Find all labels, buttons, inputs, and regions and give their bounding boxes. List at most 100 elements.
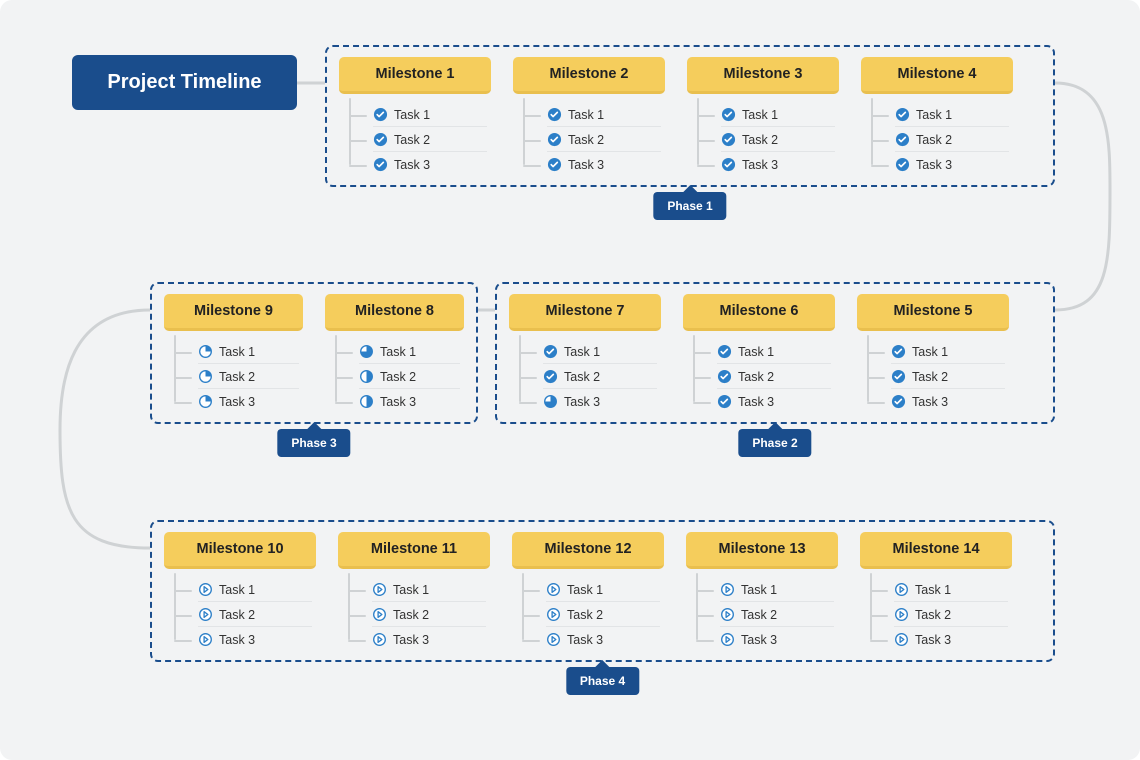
task-label: Task 3 xyxy=(912,395,948,409)
task-label: Task 1 xyxy=(393,583,429,597)
milestone-header: Milestone 9 xyxy=(164,294,303,331)
milestone-card: Milestone 13Task 1Task 2Task 3 xyxy=(686,532,838,652)
task-row: Task 3 xyxy=(531,152,665,177)
task-list: Task 1 Task 2 Task 3 xyxy=(509,331,661,414)
milestone-header: Milestone 8 xyxy=(325,294,464,331)
task-label: Task 1 xyxy=(738,345,774,359)
task-label: Task 1 xyxy=(567,583,603,597)
milestone-title: Milestone 10 xyxy=(196,541,283,557)
milestone-card: Milestone 5Task 1Task 2Task 3 xyxy=(857,294,1009,414)
task-row: Task 1 xyxy=(701,339,835,364)
checkmark-circle-icon xyxy=(547,157,562,172)
task-list: Task 1Task 2Task 3 xyxy=(687,94,839,177)
milestone-card: Milestone 14Task 1Task 2Task 3 xyxy=(860,532,1012,652)
task-row: Task 1 xyxy=(343,339,464,364)
milestone-card: Milestone 6Task 1Task 2Task 3 xyxy=(683,294,835,414)
milestone-title: Milestone 11 xyxy=(371,541,457,557)
task-row: Task 3 xyxy=(356,627,490,652)
milestone-title: Milestone 8 xyxy=(355,303,434,319)
phase-3-label-text: Phase 3 xyxy=(291,436,336,450)
task-row: Task 1 xyxy=(531,102,665,127)
task-row: Task 2 xyxy=(343,364,464,389)
task-label: Task 3 xyxy=(738,395,774,409)
milestone-card: Milestone 10Task 1Task 2Task 3 xyxy=(164,532,316,652)
task-row: Task 2 xyxy=(530,602,664,627)
task-row: Task 3 xyxy=(530,627,664,652)
phase-1-box: Milestone 1Task 1Task 2Task 3Milestone 2… xyxy=(325,45,1055,187)
play-circle-icon xyxy=(720,607,735,622)
play-circle-icon xyxy=(546,632,561,647)
task-label: Task 2 xyxy=(564,370,600,384)
task-row: Task 1 xyxy=(875,339,1009,364)
task-row: Task 1 xyxy=(879,102,1013,127)
milestone-card: Milestone 2Task 1Task 2Task 3 xyxy=(513,57,665,177)
play-circle-icon xyxy=(546,582,561,597)
play-circle-icon xyxy=(720,582,735,597)
phase-4-box: Milestone 10Task 1Task 2Task 3Milestone … xyxy=(150,520,1055,662)
task-list: Task 1Task 2Task 3 xyxy=(860,569,1012,652)
task-label: Task 3 xyxy=(564,395,600,409)
task-label: Task 3 xyxy=(741,633,777,647)
task-label: Task 3 xyxy=(567,633,603,647)
task-label: Task 2 xyxy=(219,608,255,622)
play-circle-icon xyxy=(198,582,213,597)
task-label: Task 2 xyxy=(393,608,429,622)
task-row: Task 2 xyxy=(527,364,661,389)
task-list: Task 1Task 2Task 3 xyxy=(683,331,835,414)
phase-1-label-text: Phase 1 xyxy=(667,199,712,213)
project-title: Project Timeline xyxy=(72,55,297,110)
milestone-header: Milestone 10 xyxy=(164,532,316,569)
task-label: Task 3 xyxy=(380,395,416,409)
play-circle-icon xyxy=(198,607,213,622)
task-label: Task 3 xyxy=(219,395,255,409)
project-title-text: Project Timeline xyxy=(107,71,261,94)
milestone-header: Milestone 4 xyxy=(861,57,1013,94)
phase-2-label-text: Phase 2 xyxy=(752,436,797,450)
progress-circle-icon xyxy=(359,394,374,409)
milestone-title: Milestone 12 xyxy=(544,541,631,557)
milestone-card: Milestone 7 Task 1 Task 2 Task 3 xyxy=(509,294,661,414)
task-row: Task 3 xyxy=(879,152,1013,177)
task-label: Task 1 xyxy=(912,345,948,359)
checkmark-circle-icon xyxy=(891,344,906,359)
task-row: Task 2 xyxy=(878,602,1012,627)
task-row: Task 1 xyxy=(704,577,838,602)
task-label: Task 2 xyxy=(742,133,778,147)
task-row: Task 2 xyxy=(357,127,491,152)
task-label: Task 2 xyxy=(380,370,416,384)
task-list: Task 1Task 2Task 3 xyxy=(857,331,1009,414)
checkmark-circle-icon xyxy=(373,132,388,147)
task-row: Task 1 xyxy=(527,339,661,364)
phase-3-box: Milestone 9 Task 1 Task 2 Task 3 Milestone 8… xyxy=(150,282,478,424)
checkmark-circle-icon xyxy=(891,369,906,384)
diagram-canvas: Project Timeline Milestone 1Task 1Task 2… xyxy=(0,0,1140,760)
checkmark-circle-icon xyxy=(547,132,562,147)
task-list: Task 1 Task 2 Task 3 xyxy=(686,569,838,652)
task-list: Task 1 Task 2 Task 3 xyxy=(338,569,490,652)
task-label: Task 1 xyxy=(741,583,777,597)
play-circle-icon xyxy=(546,607,561,622)
task-row: Task 3 xyxy=(343,389,464,414)
phase-4-label-text: Phase 4 xyxy=(580,674,625,688)
task-row: Task 1 xyxy=(878,577,1012,602)
task-label: Task 2 xyxy=(916,133,952,147)
task-row: Task 3 xyxy=(357,152,491,177)
task-label: Task 2 xyxy=(394,133,430,147)
task-label: Task 3 xyxy=(393,633,429,647)
task-list: Task 1 Task 2 Task 3 xyxy=(325,331,464,414)
milestone-title: Milestone 4 xyxy=(898,66,977,82)
milestone-card: Milestone 11 Task 1 Task 2 Task 3 xyxy=(338,532,490,652)
checkmark-circle-icon xyxy=(543,369,558,384)
task-row: Task 2 xyxy=(356,602,490,627)
task-list: Task 1Task 2Task 3 xyxy=(164,331,303,414)
play-circle-icon xyxy=(372,607,387,622)
task-row: Task 2 xyxy=(182,602,316,627)
task-row: Task 2 xyxy=(182,364,303,389)
task-row: Task 3 xyxy=(704,627,838,652)
milestone-header: Milestone 7 xyxy=(509,294,661,331)
task-row: Task 2 xyxy=(704,602,838,627)
progress-circle-icon xyxy=(198,344,213,359)
checkmark-circle-icon xyxy=(717,344,732,359)
task-label: Task 3 xyxy=(742,158,778,172)
task-label: Task 1 xyxy=(219,583,255,597)
